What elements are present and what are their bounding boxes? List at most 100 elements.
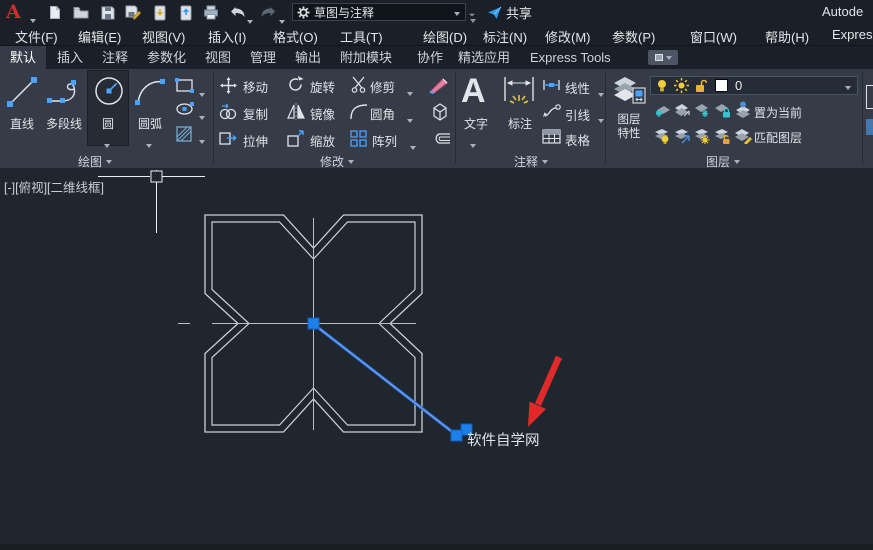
fillet-label[interactable]: 圆角 [370, 104, 395, 123]
open-file-button[interactable] [72, 4, 90, 21]
menu-parametric[interactable]: 参数(P) [612, 27, 655, 46]
selected-line[interactable] [315, 324, 456, 436]
make-current-label[interactable]: 置为当前 [754, 104, 802, 121]
dimension-button[interactable] [502, 75, 536, 109]
copy-label[interactable]: 复制 [243, 104, 268, 123]
menu-window[interactable]: 窗口(W) [690, 27, 737, 46]
arc-button[interactable] [134, 77, 166, 107]
save-button[interactable] [99, 4, 117, 21]
fillet-button[interactable] [350, 103, 368, 120]
tab-collaborate[interactable]: 协作 [407, 46, 453, 69]
new-file-button[interactable] [46, 4, 64, 21]
explode-button[interactable] [430, 102, 450, 121]
viewport-controls-label[interactable]: [-][俯视][二维线框] [4, 177, 104, 196]
table-label[interactable]: 表格 [565, 130, 590, 149]
circle-dropdown-icon[interactable] [104, 135, 110, 153]
open-from-mobile-button[interactable] [151, 4, 169, 21]
watermark-text[interactable]: 软件自学网 [467, 432, 540, 449]
erase-button[interactable] [428, 75, 450, 94]
save-to-mobile-button[interactable] [177, 4, 195, 21]
hatch-button[interactable] [175, 125, 193, 143]
match-layer-button[interactable] [734, 127, 752, 144]
trim-label[interactable]: 修剪 [370, 77, 395, 96]
tab-manage[interactable]: 管理 [240, 46, 286, 69]
trim-button[interactable] [350, 76, 367, 93]
menu-help[interactable]: 帮助(H) [765, 27, 809, 46]
hatch-dropdown-icon[interactable] [199, 131, 205, 149]
tab-featured-apps[interactable]: 精选应用 [448, 46, 520, 69]
menu-insert[interactable]: 插入(I) [208, 27, 246, 46]
rectangle-button[interactable] [175, 78, 194, 93]
leader-dropdown-icon[interactable] [598, 110, 604, 128]
text-dropdown-icon[interactable] [470, 135, 476, 153]
tab-addins[interactable]: 附加模块 [330, 46, 402, 69]
menu-dimension[interactable]: 标注(N) [483, 27, 527, 46]
line-button[interactable] [6, 76, 38, 108]
polyline-button[interactable] [46, 79, 82, 105]
layer-unisolate-button[interactable] [674, 103, 691, 118]
match-layer-label[interactable]: 匹配图层 [754, 129, 802, 146]
mirror-button[interactable] [287, 103, 305, 120]
offset-button[interactable] [431, 131, 451, 146]
menu-file[interactable]: 文件(F) [15, 27, 58, 46]
layer-lock-button[interactable] [714, 103, 731, 118]
layer-walk-button[interactable] [674, 128, 691, 144]
menu-view[interactable]: 视图(V) [142, 27, 185, 46]
layer-properties-button[interactable] [613, 75, 646, 106]
menu-express[interactable]: Express [832, 27, 873, 42]
linear-dim-button[interactable] [542, 79, 561, 91]
scale-button[interactable] [287, 130, 305, 147]
share-button[interactable]: 共享 [487, 3, 532, 22]
stretch-label[interactable]: 拉伸 [243, 131, 268, 150]
tab-express-tools[interactable]: Express Tools [520, 46, 621, 69]
rotate-label[interactable]: 旋转 [310, 77, 335, 96]
move-button[interactable] [220, 77, 237, 94]
make-current-button[interactable] [734, 101, 752, 118]
centerlines[interactable] [178, 218, 416, 430]
rectangle-dropdown-icon[interactable] [199, 84, 205, 102]
layer-freeze-button[interactable] [694, 103, 711, 118]
mirror-label[interactable]: 镜像 [310, 104, 335, 123]
leader-button[interactable] [542, 104, 561, 118]
copy-button[interactable] [219, 103, 237, 120]
array-button[interactable] [350, 130, 367, 147]
stretch-button[interactable] [219, 130, 238, 147]
rotate-button[interactable] [287, 76, 304, 93]
tab-parametric[interactable]: 参数化 [137, 46, 196, 69]
ellipse-button[interactable] [175, 102, 194, 116]
array-dropdown-icon[interactable] [410, 137, 416, 155]
autocad-logo-icon[interactable]: A [6, 1, 21, 23]
tab-output[interactable]: 输出 [285, 46, 331, 69]
layer-on-button[interactable] [654, 128, 671, 144]
grip-start[interactable] [307, 317, 320, 330]
layer-unlock-button[interactable] [714, 128, 731, 144]
save-as-button[interactable] [124, 4, 142, 21]
linear-dim-label[interactable]: 线性 [565, 78, 590, 97]
fillet-dropdown-icon[interactable] [407, 110, 413, 128]
leader-label[interactable]: 引线 [565, 105, 590, 124]
text-button[interactable]: A [461, 72, 486, 110]
move-label[interactable]: 移动 [243, 77, 268, 96]
tab-annotate[interactable]: 注释 [92, 46, 138, 69]
menu-draw[interactable]: 绘图(D) [423, 27, 467, 46]
linear-dropdown-icon[interactable] [598, 84, 604, 102]
grip-points[interactable] [307, 317, 473, 442]
menu-edit[interactable]: 编辑(E) [78, 27, 121, 46]
ribbon-display-toggle[interactable] [648, 50, 678, 65]
array-label[interactable]: 阵列 [372, 131, 397, 150]
undo-button[interactable] [228, 4, 246, 21]
print-button[interactable] [202, 4, 220, 21]
scale-label[interactable]: 缩放 [310, 131, 335, 150]
ellipse-dropdown-icon[interactable] [199, 107, 205, 125]
table-button[interactable] [542, 129, 561, 144]
layer-thaw-button[interactable] [694, 128, 711, 144]
grip-end[interactable] [450, 429, 463, 442]
layer-dropdown[interactable]: 0 [650, 76, 858, 95]
workspace-switcher[interactable]: 草图与注释 [292, 3, 466, 21]
trim-dropdown-icon[interactable] [407, 83, 413, 101]
redo-button[interactable] [259, 4, 277, 21]
arc-dropdown-icon[interactable] [146, 135, 152, 153]
menu-tools[interactable]: 工具(T) [340, 27, 383, 46]
tab-home[interactable]: 默认 [0, 46, 47, 69]
circle-button[interactable] [92, 74, 126, 108]
